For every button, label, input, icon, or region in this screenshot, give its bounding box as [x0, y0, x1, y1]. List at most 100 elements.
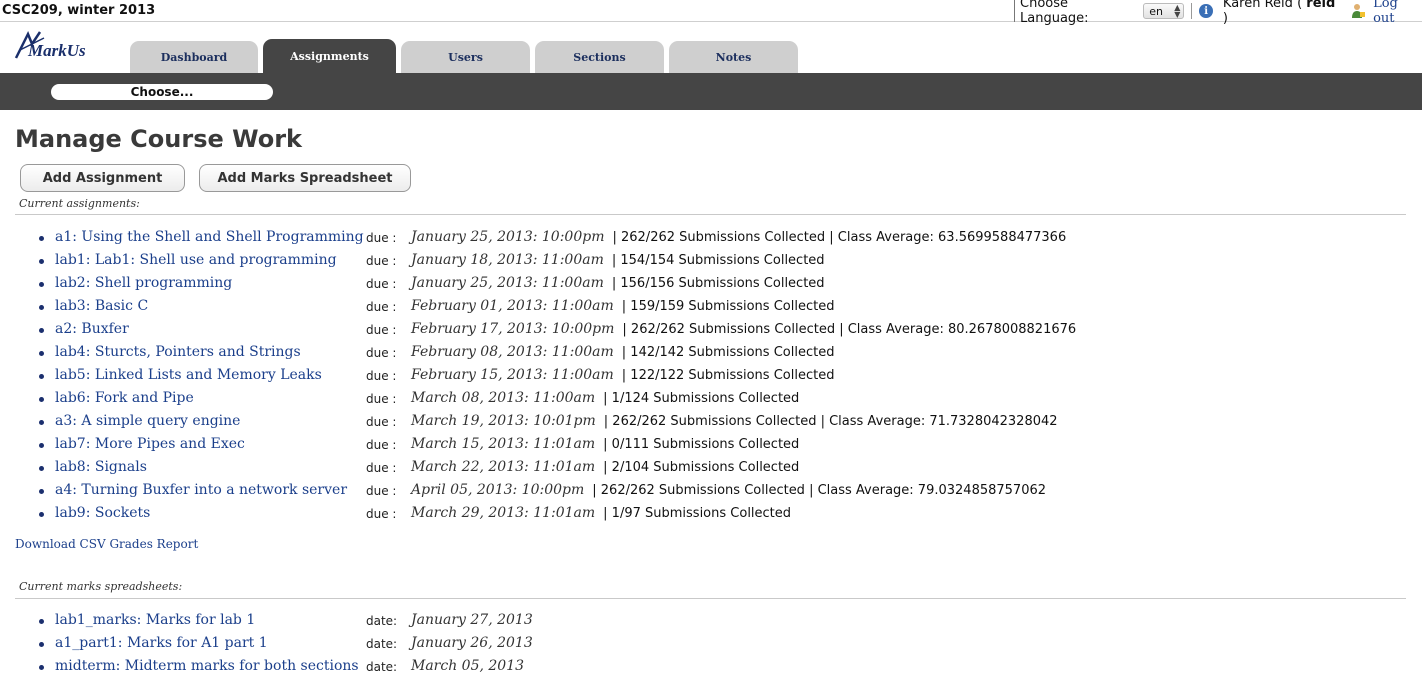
- user-paren-open: (: [1297, 0, 1303, 11]
- assignment-link[interactable]: lab5: Linked Lists and Memory Leaks: [55, 367, 322, 383]
- submission-stats: | 262/262 Submissions Collected | Class …: [612, 230, 1067, 245]
- assignment-row: lab4: Sturcts, Pointers and Strings due :…: [0, 343, 1422, 365]
- language-select[interactable]: en ▲ ▼: [1143, 3, 1185, 19]
- assignment-row: a2: Buxfer due : February 17, 2013: 10:00p…: [0, 320, 1422, 342]
- assignment-link[interactable]: a3: A simple query engine: [55, 413, 240, 429]
- assignment-link[interactable]: lab2: Shell programming: [55, 275, 232, 291]
- assignment-row: a1: Using the Shell and Shell Programmin…: [0, 228, 1422, 250]
- assignment-link[interactable]: a2: Buxfer: [55, 321, 129, 337]
- submission-stats: | 262/262 Submissions Collected | Class …: [603, 414, 1058, 429]
- assignment-link[interactable]: lab7: More Pipes and Exec: [55, 436, 245, 452]
- bullet-icon: [39, 236, 44, 241]
- submission-stats: | 0/111 Submissions Collected: [603, 437, 800, 452]
- assignment-link[interactable]: lab1: Lab1: Shell use and programming: [55, 252, 337, 268]
- due-date: March 29, 2013: 11:01am | 1/97 Submission…: [411, 505, 791, 521]
- tab-sections[interactable]: Sections: [535, 41, 664, 73]
- bullet-icon: [39, 512, 44, 517]
- current-assignments-label: Current assignments:: [19, 197, 140, 210]
- assignment-link[interactable]: a4: Turning Buxfer into a network server: [55, 482, 347, 498]
- bullet-icon: [39, 642, 44, 647]
- spreadsheet-date: January 26, 2013: [411, 635, 533, 651]
- submission-stats: | 1/124 Submissions Collected: [603, 391, 800, 406]
- assignment-link[interactable]: a1: Using the Shell and Shell Programmin…: [55, 229, 364, 245]
- assignment-link[interactable]: lab3: Basic C: [55, 298, 148, 314]
- due-date-value: March 08, 2013: 11:00am: [411, 390, 596, 406]
- date-label: date:: [366, 660, 398, 674]
- language-user-area: Choose Language: en ▲ ▼ i Karen Reid ( re…: [1014, 0, 1422, 26]
- download-csv-link[interactable]: Download CSV Grades Report: [15, 537, 198, 551]
- user-name: Karen Reid: [1222, 0, 1293, 11]
- spreadsheet-row: lab1_marks: Marks for lab 1 date: January …: [0, 611, 1422, 633]
- due-date: February 15, 2013: 11:00am | 122/122 Subm…: [411, 367, 834, 383]
- due-date: April 05, 2013: 10:00pm | 262/262 Submiss…: [411, 482, 1046, 498]
- due-date-value: April 05, 2013: 10:00pm: [411, 482, 585, 498]
- bullet-icon: [39, 351, 44, 356]
- due-date-value: March 15, 2013: 11:01am: [411, 436, 596, 452]
- due-date-value: February 15, 2013: 11:00am: [411, 367, 614, 383]
- submission-stats: | 142/142 Submissions Collected: [621, 345, 835, 360]
- choose-assignment-dropdown[interactable]: Choose...: [51, 84, 273, 100]
- bullet-icon: [39, 489, 44, 494]
- due-label: due :: [366, 323, 397, 337]
- due-date-value: January 25, 2013: 10:00pm: [411, 229, 605, 245]
- current-spreadsheets-label: Current marks spreadsheets:: [19, 580, 183, 593]
- spreadsheet-link[interactable]: lab1_marks: Marks for lab 1: [55, 612, 255, 628]
- submission-stats: | 122/122 Submissions Collected: [621, 368, 835, 383]
- language-value: en: [1149, 4, 1163, 18]
- tab-assignments[interactable]: Assignments: [263, 39, 396, 73]
- bullet-icon: [39, 665, 44, 670]
- assignment-row: lab7: More Pipes and Exec due : March 15, …: [0, 435, 1422, 457]
- assignment-row: lab3: Basic C due : February 01, 2013: 11:…: [0, 297, 1422, 319]
- due-date-value: March 29, 2013: 11:01am: [411, 505, 596, 521]
- bullet-icon: [39, 420, 44, 425]
- tab-dashboard[interactable]: Dashboard: [130, 41, 258, 73]
- spreadsheet-link[interactable]: a1_part1: Marks for A1 part 1: [55, 635, 268, 651]
- tab-users[interactable]: Users: [401, 41, 530, 73]
- due-date: January 18, 2013: 11:00am | 154/154 Submi…: [411, 252, 825, 268]
- due-date-value: February 08, 2013: 11:00am: [411, 344, 614, 360]
- markus-logo[interactable]: MarkUs: [14, 30, 104, 62]
- info-icon[interactable]: i: [1199, 4, 1213, 18]
- due-label: due :: [366, 277, 397, 291]
- bullet-icon: [39, 619, 44, 624]
- due-date-value: February 17, 2013: 10:00pm: [411, 321, 615, 337]
- assignment-link[interactable]: lab9: Sockets: [55, 505, 150, 521]
- due-date: February 01, 2013: 11:00am | 159/159 Subm…: [411, 298, 834, 314]
- spreadsheet-link[interactable]: midterm: Midterm marks for both sections: [55, 658, 359, 674]
- person-icon: [1350, 3, 1366, 19]
- select-arrows-icon: ▲ ▼: [1174, 3, 1181, 19]
- top-bar: CSC209, winter 2013 Choose Language: en …: [0, 0, 1422, 26]
- due-date-value: March 19, 2013: 10:01pm: [411, 413, 596, 429]
- due-date-value: January 25, 2013: 11:00am: [411, 275, 604, 291]
- bullet-icon: [39, 443, 44, 448]
- date-label: date:: [366, 614, 398, 628]
- user-display: Karen Reid ( reid ): [1223, 0, 1341, 26]
- divider: [1191, 3, 1193, 19]
- due-date: January 25, 2013: 10:00pm | 262/262 Submi…: [411, 229, 1066, 245]
- submission-stats: | 1/97 Submissions Collected: [603, 506, 792, 521]
- due-date: January 25, 2013: 11:00am | 156/156 Submi…: [411, 275, 825, 291]
- add-marks-spreadsheet-button[interactable]: Add Marks Spreadsheet: [199, 164, 411, 192]
- assignment-row: lab5: Linked Lists and Memory Leaks due :…: [0, 366, 1422, 388]
- due-label: due :: [366, 300, 397, 314]
- due-label: due :: [366, 461, 397, 475]
- assignment-row: lab9: Sockets due : March 29, 2013: 11:01a…: [0, 504, 1422, 526]
- user-paren-close: ): [1222, 11, 1228, 26]
- assignment-link[interactable]: lab8: Signals: [55, 459, 147, 475]
- due-date: March 19, 2013: 10:01pm | 262/262 Submiss…: [411, 413, 1058, 429]
- assignment-link[interactable]: lab4: Sturcts, Pointers and Strings: [55, 344, 301, 360]
- logout-link[interactable]: Log out: [1373, 0, 1422, 26]
- due-label: due :: [366, 507, 397, 521]
- user-id: reid: [1306, 0, 1336, 11]
- add-assignment-button[interactable]: Add Assignment: [20, 164, 185, 192]
- bullet-icon: [39, 397, 44, 402]
- due-date-value: March 22, 2013: 11:01am: [411, 459, 596, 475]
- due-date: March 22, 2013: 11:01am | 2/104 Submissio…: [411, 459, 799, 475]
- page-title: Manage Course Work: [15, 125, 303, 153]
- tab-notes[interactable]: Notes: [669, 41, 798, 73]
- spreadsheet-row: a1_part1: Marks for A1 part 1 date: Januar…: [0, 634, 1422, 656]
- due-date: February 17, 2013: 10:00pm | 262/262 Subm…: [411, 321, 1076, 337]
- assignment-link[interactable]: lab6: Fork and Pipe: [55, 390, 194, 406]
- assignment-row: lab6: Fork and Pipe due : March 08, 2013: …: [0, 389, 1422, 411]
- due-date: March 08, 2013: 11:00am | 1/124 Submissio…: [411, 390, 799, 406]
